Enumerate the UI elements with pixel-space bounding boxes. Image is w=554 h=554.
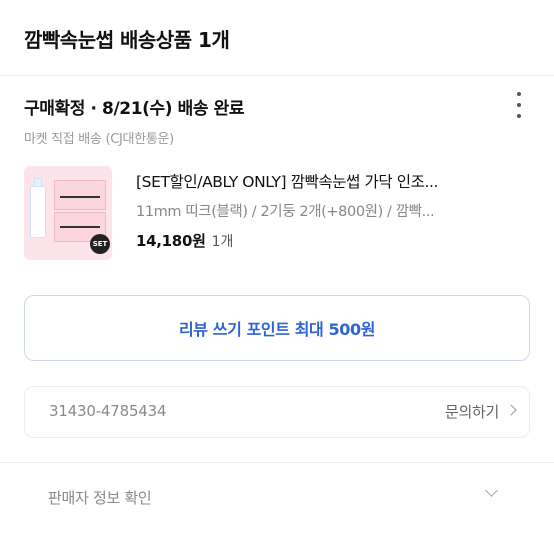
- seller-info-toggle[interactable]: 판매자 정보 확인: [24, 478, 530, 518]
- more-dot: [517, 114, 521, 118]
- more-vertical-icon[interactable]: [514, 92, 524, 118]
- page-header: 깜빡속눈썹 배송상품 1개: [0, 0, 554, 80]
- shipping-info: 마켓 직접 배송 (CJ대한통운): [24, 132, 174, 147]
- thumb-glue: [30, 186, 46, 238]
- inquiry-button[interactable]: 문의하기: [445, 401, 499, 422]
- tracking-row: 31430-4785434 문의하기: [24, 386, 530, 438]
- product-item[interactable]: SET [SET할인/ABLY ONLY] 깜빡속눈썹 가닥 인조... 11m…: [24, 166, 530, 262]
- chevron-down-icon[interactable]: [485, 484, 498, 497]
- price-row: 14,180원 1개: [136, 230, 530, 252]
- chevron-right-icon[interactable]: [505, 404, 517, 416]
- header-divider: [0, 75, 554, 76]
- more-dot: [517, 103, 521, 107]
- order-status-row: 구매확정 · 8/21(수) 배송 완료: [24, 92, 530, 120]
- write-review-button[interactable]: 리뷰 쓰기 포인트 최대 500원: [24, 295, 530, 361]
- seller-info-label: 판매자 정보 확인: [48, 489, 152, 507]
- set-badge: SET: [90, 234, 110, 254]
- order-status: 구매확정 · 8/21(수) 배송 완료: [24, 99, 245, 119]
- page-title: 깜빡속눈썹 배송상품 1개: [24, 28, 230, 52]
- section-divider: [0, 462, 554, 463]
- product-info: [SET할인/ABLY ONLY] 깜빡속눈썹 가닥 인조... 11mm 띠크…: [136, 166, 530, 252]
- product-name[interactable]: [SET할인/ABLY ONLY] 깜빡속눈썹 가닥 인조...: [136, 170, 530, 192]
- thumb-lash-strip: [60, 226, 100, 228]
- product-thumbnail[interactable]: SET: [24, 166, 112, 260]
- tracking-number[interactable]: 31430-4785434: [49, 402, 167, 420]
- thumb-lash-box: [54, 180, 106, 210]
- product-option: 11mm 띠크(블랙) / 2기둥 2개(+800원) / 깜빡...: [136, 204, 435, 220]
- product-price: 14,180원: [136, 232, 206, 250]
- product-quantity: 1개: [211, 234, 234, 250]
- thumb-lash-strip: [60, 196, 100, 198]
- more-dot: [517, 92, 521, 96]
